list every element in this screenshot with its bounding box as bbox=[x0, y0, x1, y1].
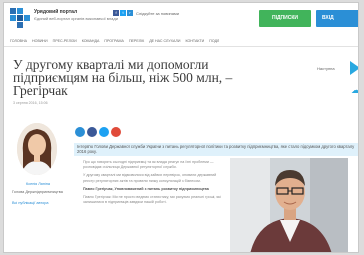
nav-item-home[interactable]: ГОЛОВНА bbox=[10, 39, 27, 43]
nav-item-contacts[interactable]: КОНТАКТИ bbox=[185, 39, 204, 43]
logo-grid-icon[interactable] bbox=[10, 8, 30, 28]
logo-title: Урядовий портал bbox=[34, 9, 78, 15]
article-photo bbox=[230, 158, 348, 252]
nav-item-events[interactable]: ПОДІЇ bbox=[209, 39, 219, 43]
author-link[interactable]: Всі публікації автора bbox=[12, 201, 48, 205]
share-google-icon[interactable] bbox=[111, 127, 121, 137]
nav-item-where[interactable]: ДЕ НАС СЛУХАЛИ bbox=[149, 39, 180, 43]
paragraph: У другому кварталі ми відмовилися від за… bbox=[83, 173, 217, 183]
play-icon[interactable] bbox=[350, 61, 358, 75]
social-label: Слідкуйте за новинами bbox=[136, 10, 179, 16]
author-photo bbox=[17, 123, 57, 175]
logo-subtitle: Єдиний веб-портал органів виконавчої вла… bbox=[34, 16, 118, 21]
interview-photo bbox=[230, 158, 348, 252]
twitter-icon[interactable]: t bbox=[120, 10, 126, 16]
page: Урядовий портал Єдиний веб-портал органі… bbox=[3, 2, 359, 253]
main-nav: ГОЛОВНА НОВИНИ ПРЕС-РЕЛІЗИ КОМАНДА ПРОГР… bbox=[4, 35, 358, 47]
next-article-link[interactable]: Наступна bbox=[317, 66, 335, 71]
nav-item-team[interactable]: КОМАНДА bbox=[82, 39, 100, 43]
author-role: Голова Держпідприємництва bbox=[12, 190, 63, 194]
nav-item-program[interactable]: ПРОГРАМА bbox=[104, 39, 124, 43]
facebook-icon[interactable]: f bbox=[113, 10, 119, 16]
article-lead: Інтерв'ю Голови Державної служби України… bbox=[74, 143, 358, 156]
nav-item-list[interactable]: ПЕРЕЛІК bbox=[129, 39, 144, 43]
paragraph: Про що говорять сьогодні підприємці та я… bbox=[83, 160, 214, 170]
article-body: Про що говорять сьогодні підприємці та я… bbox=[83, 160, 225, 208]
header: Урядовий портал Єдиний веб-портал органі… bbox=[4, 3, 358, 33]
article-title: У другому кварталі ми допомогли підприєм… bbox=[13, 57, 233, 98]
share-link-icon[interactable] bbox=[75, 127, 85, 137]
author-name[interactable]: Ксенія Ляпіна bbox=[26, 182, 50, 186]
nav-item-news[interactable]: НОВИНИ bbox=[32, 39, 48, 43]
login-button[interactable]: ВХІД bbox=[316, 10, 358, 27]
paragraph: Павло Грегірчак, Уповноважений з питань … bbox=[83, 186, 209, 191]
article-date: 3 серпня 2016, 15:06 bbox=[13, 101, 48, 105]
paragraph: Павло Грегірчак: Ми не просто ведемо ста… bbox=[83, 195, 221, 205]
nav-item-press[interactable]: ПРЕС-РЕЛІЗИ bbox=[53, 39, 77, 43]
subscribe-button[interactable]: ПІДПИСКИ bbox=[259, 10, 311, 27]
rss-icon[interactable]: r bbox=[127, 10, 133, 16]
share-facebook-icon[interactable] bbox=[87, 127, 97, 137]
share-icons bbox=[75, 127, 123, 137]
cloud-icon[interactable]: ☁ bbox=[351, 85, 358, 96]
social-links: f t r Слідкуйте за новинами bbox=[113, 10, 179, 16]
author-avatar bbox=[17, 123, 57, 175]
share-twitter-icon[interactable] bbox=[99, 127, 109, 137]
